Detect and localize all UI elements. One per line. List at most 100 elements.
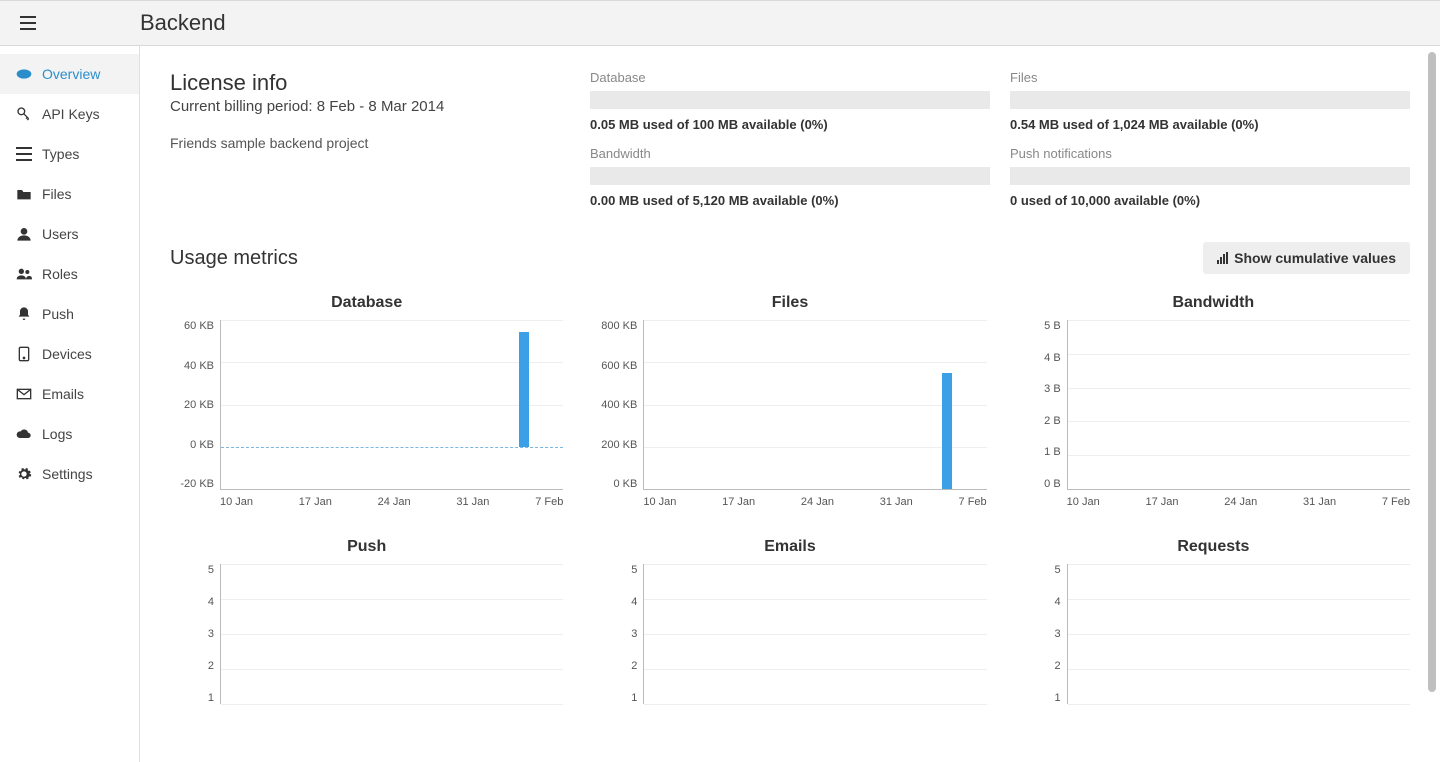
sidebar-item-emails[interactable]: Emails — [0, 374, 139, 414]
eye-icon — [16, 66, 32, 82]
main-content: License info Current billing period: 8 F… — [140, 46, 1440, 762]
meter-bar — [590, 91, 990, 109]
meter-text: 0 used of 10,000 available (0%) — [1010, 193, 1410, 208]
y-tick: 3 — [1055, 628, 1061, 640]
y-tick: 1 — [631, 692, 637, 704]
y-tick: 4 — [208, 596, 214, 608]
cloud-icon — [16, 426, 32, 442]
sidebar-item-label: Overview — [42, 66, 100, 82]
scrollbar[interactable] — [1428, 52, 1436, 692]
sidebar-item-label: Push — [42, 306, 74, 322]
license-period: Current billing period: 8 Feb - 8 Mar 20… — [170, 98, 560, 115]
sidebar-item-label: Users — [42, 226, 79, 242]
meter-push: Push notifications 0 used of 10,000 avai… — [1010, 146, 1410, 208]
sidebar-item-users[interactable]: Users — [0, 214, 139, 254]
y-tick: -20 KB — [180, 478, 214, 490]
list-icon — [16, 146, 32, 162]
x-tick: 17 Jan — [722, 496, 755, 508]
y-tick: 0 KB — [190, 439, 214, 451]
x-tick: 10 Jan — [643, 496, 676, 508]
bars-icon — [1217, 252, 1228, 264]
plot-area — [1067, 320, 1410, 490]
chart-title: Emails — [593, 538, 986, 556]
x-tick: 7 Feb — [535, 496, 563, 508]
y-tick: 2 — [1055, 660, 1061, 672]
sidebar-item-overview[interactable]: Overview — [0, 54, 139, 94]
y-tick: 3 — [631, 628, 637, 640]
x-tick: 24 Jan — [1224, 496, 1257, 508]
meter-text: 0.00 MB used of 5,120 MB available (0%) — [590, 193, 990, 208]
y-axis: 5 4 3 2 1 — [1017, 564, 1067, 704]
meter-label: Bandwidth — [590, 146, 990, 161]
device-icon — [16, 346, 32, 362]
sidebar-item-logs[interactable]: Logs — [0, 414, 139, 454]
sidebar-item-label: API Keys — [42, 106, 100, 122]
sidebar-item-types[interactable]: Types — [0, 134, 139, 174]
sidebar-item-push[interactable]: Push — [0, 294, 139, 334]
menu-toggle-button[interactable] — [0, 16, 140, 30]
email-icon — [16, 386, 32, 402]
user-icon — [16, 226, 32, 242]
show-cumulative-button[interactable]: Show cumulative values — [1203, 242, 1410, 274]
license-title: License info — [170, 70, 560, 96]
meter-text: 0.05 MB used of 100 MB available (0%) — [590, 117, 990, 132]
sidebar-item-devices[interactable]: Devices — [0, 334, 139, 374]
usage-title: Usage metrics — [170, 247, 298, 270]
y-tick: 5 B — [1044, 320, 1061, 332]
x-tick: 17 Jan — [299, 496, 332, 508]
y-tick: 0 KB — [613, 478, 637, 490]
y-tick: 1 — [1055, 692, 1061, 704]
gear-icon — [16, 466, 32, 482]
y-axis: 5 4 3 2 1 — [170, 564, 220, 704]
plot-area — [1067, 564, 1410, 704]
x-tick: 31 Jan — [880, 496, 913, 508]
y-axis: 60 KB 40 KB 20 KB 0 KB -20 KB — [170, 320, 220, 490]
y-axis: 800 KB 600 KB 400 KB 200 KB 0 KB — [593, 320, 643, 490]
x-axis: 10 Jan 17 Jan 24 Jan 31 Jan 7 Feb — [1017, 496, 1410, 508]
x-tick: 7 Feb — [1382, 496, 1410, 508]
sidebar-item-label: Files — [42, 186, 72, 202]
y-tick: 5 — [1055, 564, 1061, 576]
chart-requests: Requests 5 4 3 2 1 — [1017, 538, 1410, 704]
sidebar-item-api-keys[interactable]: API Keys — [0, 94, 139, 134]
chart-title: Push — [170, 538, 563, 556]
chart-bar — [519, 332, 529, 447]
bell-icon — [16, 306, 32, 322]
meter-label: Database — [590, 70, 990, 85]
chart-database: Database 60 KB 40 KB 20 KB 0 KB -20 KB — [170, 294, 563, 508]
y-tick: 200 KB — [601, 439, 637, 451]
y-tick: 4 — [1055, 596, 1061, 608]
meter-label: Files — [1010, 70, 1410, 85]
y-axis: 5 B 4 B 3 B 2 B 1 B 0 B — [1017, 320, 1067, 490]
key-icon — [16, 106, 32, 122]
topbar: Backend — [0, 0, 1440, 46]
x-tick: 24 Jan — [801, 496, 834, 508]
sidebar-item-settings[interactable]: Settings — [0, 454, 139, 494]
sidebar-item-label: Roles — [42, 266, 78, 282]
x-tick: 10 Jan — [1067, 496, 1100, 508]
x-tick: 7 Feb — [959, 496, 987, 508]
y-tick: 2 B — [1044, 415, 1061, 427]
sidebar-item-label: Settings — [42, 466, 93, 482]
sidebar-item-label: Logs — [42, 426, 72, 442]
users-icon — [16, 266, 32, 282]
meter-text: 0.54 MB used of 1,024 MB available (0%) — [1010, 117, 1410, 132]
sidebar-item-roles[interactable]: Roles — [0, 254, 139, 294]
y-tick: 2 — [631, 660, 637, 672]
sidebar-item-label: Emails — [42, 386, 84, 402]
y-axis: 5 4 3 2 1 — [593, 564, 643, 704]
sidebar-item-files[interactable]: Files — [0, 174, 139, 214]
y-tick: 400 KB — [601, 399, 637, 411]
y-tick: 0 B — [1044, 478, 1061, 490]
plot-area — [220, 564, 563, 704]
plot-area — [220, 320, 563, 490]
y-tick: 800 KB — [601, 320, 637, 332]
y-tick: 40 KB — [184, 360, 214, 372]
meter-files: Files 0.54 MB used of 1,024 MB available… — [1010, 70, 1410, 132]
x-tick: 10 Jan — [220, 496, 253, 508]
x-tick: 31 Jan — [1303, 496, 1336, 508]
y-tick: 1 — [208, 692, 214, 704]
sidebar: Overview API Keys Types Files Users Role… — [0, 46, 140, 762]
button-label: Show cumulative values — [1234, 250, 1396, 266]
x-axis: 10 Jan 17 Jan 24 Jan 31 Jan 7 Feb — [170, 496, 563, 508]
